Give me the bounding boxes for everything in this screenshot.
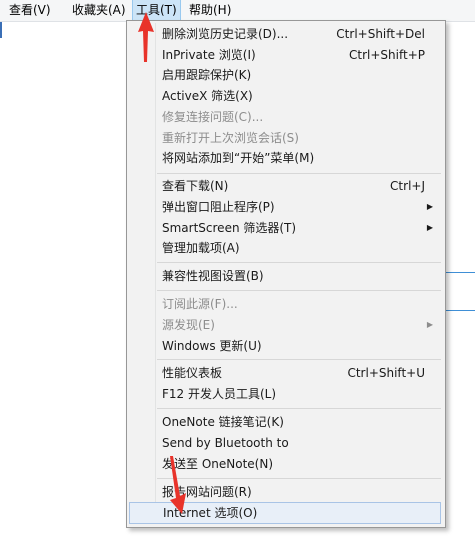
menu-item-shortcut: Ctrl+Shift+P (349, 48, 425, 62)
menu-item-label: SmartScreen 筛选器(T) (162, 221, 297, 235)
menu-bar: 查看(V) 收藏夹(A) 工具(T) 帮助(H) (0, 0, 475, 22)
menu-item-activex-filter[interactable]: ActiveX 筛选(X) (129, 86, 441, 106)
menu-separator (157, 290, 441, 291)
menu-item-reopen-session: 重新打开上次浏览会话(S) (129, 128, 441, 148)
menu-item-label: Windows 更新(U) (162, 339, 262, 353)
menu-item-label: 管理加载项(A) (162, 241, 240, 255)
menu-item-shortcut: Ctrl+Shift+U (347, 366, 425, 380)
menu-item-label: F12 开发人员工具(L) (162, 387, 277, 401)
menu-item-label: 弹出窗口阻止程序(P) (162, 200, 275, 214)
menu-item-label: 删除浏览历史记录(D)... (162, 27, 289, 41)
menu-separator (157, 359, 441, 360)
menu-item-label: 将网站添加到“开始”菜单(M) (162, 151, 315, 165)
background-line (445, 272, 475, 273)
menu-item-label: 重新打开上次浏览会话(S) (162, 131, 299, 145)
menu-item-label: 源发现(E) (162, 318, 215, 332)
submenu-arrow-icon: ▶ (426, 202, 433, 211)
menu-item-label: 性能仪表板 (162, 366, 223, 380)
menu-item-add-to-start[interactable]: 将网站添加到“开始”菜单(M) (129, 148, 441, 168)
window-edge (0, 22, 2, 38)
menu-separator (157, 408, 441, 409)
menu-item-popup-blocker[interactable]: 弹出窗口阻止程序(P) ▶ (129, 197, 441, 217)
menu-separator (157, 173, 441, 174)
submenu-arrow-icon: ▶ (426, 223, 433, 232)
menu-item-manage-addons[interactable]: 管理加载项(A) (129, 238, 441, 258)
menu-item-subscribe-feed: 订阅此源(F)... (129, 294, 441, 314)
menu-item-onenote-linked-notes[interactable]: OneNote 链接笔记(K) (129, 412, 441, 432)
menu-favorites[interactable]: 收藏夹(A) (69, 0, 129, 21)
menu-item-label: ActiveX 筛选(X) (162, 89, 253, 103)
menu-item-label: 订阅此源(F)... (162, 297, 238, 311)
menu-item-f12-tools[interactable]: F12 开发人员工具(L) (129, 384, 441, 404)
menu-separator (157, 478, 441, 479)
menu-item-fix-connection: 修复连接问题(C)... (129, 107, 441, 127)
tools-menu: 删除浏览历史记录(D)... Ctrl+Shift+Del InPrivate … (126, 20, 446, 528)
annotation-arrow-icon (170, 456, 186, 514)
menu-item-shortcut: Ctrl+J (390, 179, 425, 193)
menu-item-inprivate[interactable]: InPrivate 浏览(I) Ctrl+Shift+P (129, 45, 441, 65)
menu-item-performance-dashboard[interactable]: 性能仪表板 Ctrl+Shift+U (129, 363, 441, 383)
menu-help[interactable]: 帮助(H) (186, 0, 234, 21)
background-line (445, 310, 475, 311)
menu-item-label: InPrivate 浏览(I) (162, 48, 256, 62)
menu-item-label: 修复连接问题(C)... (162, 110, 264, 124)
menu-item-send-bluetooth[interactable]: Send by Bluetooth to (129, 433, 441, 453)
menu-view[interactable]: 查看(V) (6, 0, 54, 21)
menu-item-smartscreen[interactable]: SmartScreen 筛选器(T) ▶ (129, 218, 441, 238)
menu-item-label: 查看下载(N) (162, 179, 229, 193)
annotation-arrow-icon (138, 12, 154, 62)
menu-item-view-downloads[interactable]: 查看下载(N) Ctrl+J (129, 176, 441, 196)
menu-item-label: OneNote 链接笔记(K) (162, 415, 284, 429)
menu-item-label: 兼容性视图设置(B) (162, 269, 264, 283)
menu-item-windows-update[interactable]: Windows 更新(U) (129, 336, 441, 356)
menu-item-label: Send by Bluetooth to (162, 436, 289, 450)
submenu-arrow-icon: ▶ (426, 320, 433, 329)
menu-item-shortcut: Ctrl+Shift+Del (336, 27, 425, 41)
menu-separator (157, 262, 441, 263)
menu-item-compatibility-view[interactable]: 兼容性视图设置(B) (129, 266, 441, 286)
menu-item-feed-discovery: 源发现(E) ▶ (129, 315, 441, 335)
menu-item-delete-history[interactable]: 删除浏览历史记录(D)... Ctrl+Shift+Del (129, 24, 441, 44)
menu-item-label: 启用跟踪保护(K) (162, 68, 252, 82)
menu-item-tracking-protection[interactable]: 启用跟踪保护(K) (129, 65, 441, 85)
